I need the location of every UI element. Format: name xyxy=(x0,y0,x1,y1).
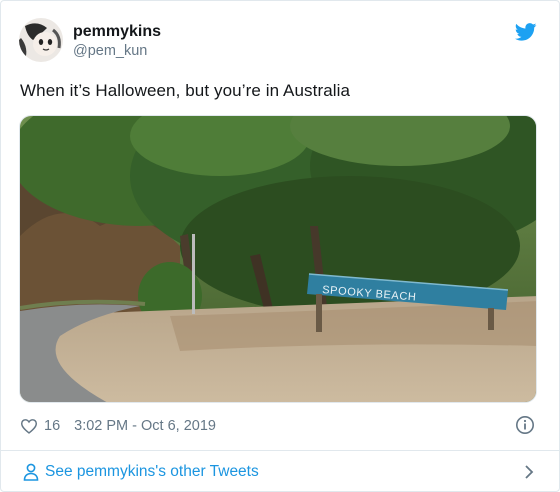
user-handle[interactable]: @pem_kun xyxy=(73,43,147,59)
heart-icon[interactable] xyxy=(20,418,38,434)
twitter-bird-icon[interactable] xyxy=(514,23,537,41)
see-other-tweets-link[interactable]: See pemmykins's other Tweets xyxy=(1,451,559,491)
chevron-right-icon xyxy=(523,464,535,480)
see-other-tweets-label[interactable]: See pemmykins's other Tweets xyxy=(45,463,259,481)
tweet-text: When it’s Halloween, but you’re in Austr… xyxy=(20,81,351,100)
tweet-meta: 16 3:02 PM - Oct 6, 2019 xyxy=(20,415,216,437)
tweet-card: pemmykins @pem_kun When it’s Halloween, … xyxy=(0,0,560,492)
like-count[interactable]: 16 xyxy=(44,418,60,434)
tweet-timestamp[interactable]: 3:02 PM - Oct 6, 2019 xyxy=(74,418,216,434)
info-icon[interactable] xyxy=(515,415,535,435)
tweet-photo[interactable]: SPOOKY BEACH xyxy=(19,115,537,403)
display-name[interactable]: pemmykins xyxy=(73,23,161,41)
avatar[interactable] xyxy=(19,18,63,62)
person-icon xyxy=(23,463,39,481)
